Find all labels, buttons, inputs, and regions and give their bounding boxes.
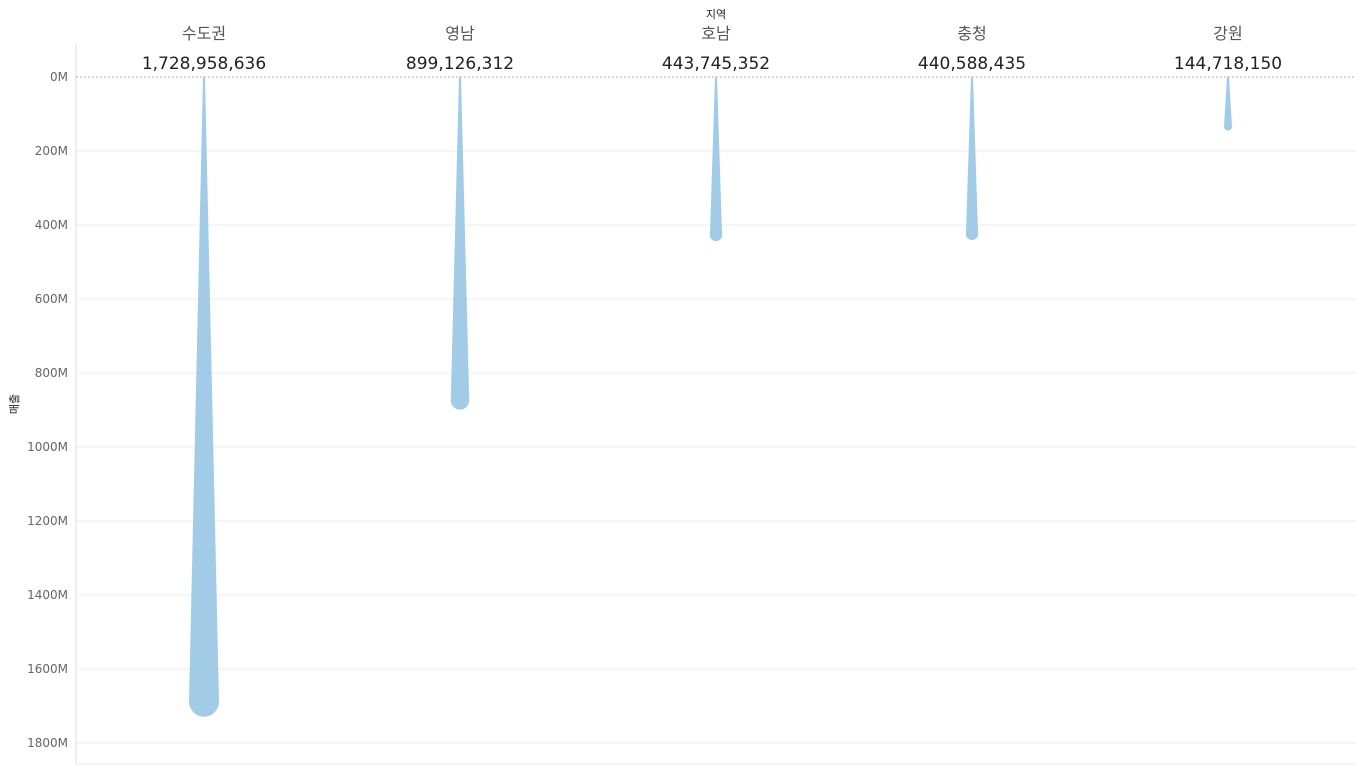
chart-root: 0M 200M 400M 600M 800M 1000M 1200M 1400M 1600M 18…: [0, 0, 1364, 769]
bar-강원: [1223, 77, 1233, 131]
category-label: 영남: [445, 24, 475, 43]
y-tick-label: 200M: [35, 144, 68, 158]
value-label: 1,728,958,636: [142, 54, 266, 74]
bar-영남: [450, 77, 470, 410]
value-label: 440,588,435: [918, 54, 1026, 74]
teardrop-bar-chart: 0M 200M 400M 600M 800M 1000M 1200M 1400M 1600M 18…: [8, 8, 1356, 765]
y-tick-label: 1800M: [27, 736, 68, 750]
y-tick-label: 1600M: [27, 662, 68, 676]
bar-충청: [965, 77, 979, 241]
y-tick-label: 400M: [35, 218, 68, 232]
y-tick-label: 600M: [35, 292, 68, 306]
value-label: 144,718,150: [1174, 54, 1282, 74]
column-header: 지역: [706, 8, 726, 21]
value-label: 899,126,312: [406, 54, 514, 74]
y-tick-label: 1400M: [27, 588, 68, 602]
marks-layer: [189, 77, 1233, 717]
bar-호남: [709, 77, 723, 242]
y-axis-ticks: 0M 200M 400M 600M 800M 1000M 1200M 1400M 1600M 18…: [27, 70, 68, 750]
labels-layer: 수도권 1,728,958,636 영남 899,126,312 호남 443,745,3…: [142, 24, 1282, 74]
bar-수도권: [189, 77, 219, 717]
y-tick-label: 0M: [50, 70, 68, 84]
category-label: 호남: [701, 24, 731, 43]
category-label: 충청: [957, 24, 986, 43]
category-label: 수도권: [182, 24, 226, 43]
category-label: 강원: [1213, 24, 1242, 43]
y-axis-title: 매출: [8, 394, 21, 414]
value-label: 443,745,352: [662, 54, 770, 74]
y-tick-label: 1000M: [27, 440, 68, 454]
y-tick-label: 800M: [35, 366, 68, 380]
y-tick-label: 1200M: [27, 514, 68, 528]
